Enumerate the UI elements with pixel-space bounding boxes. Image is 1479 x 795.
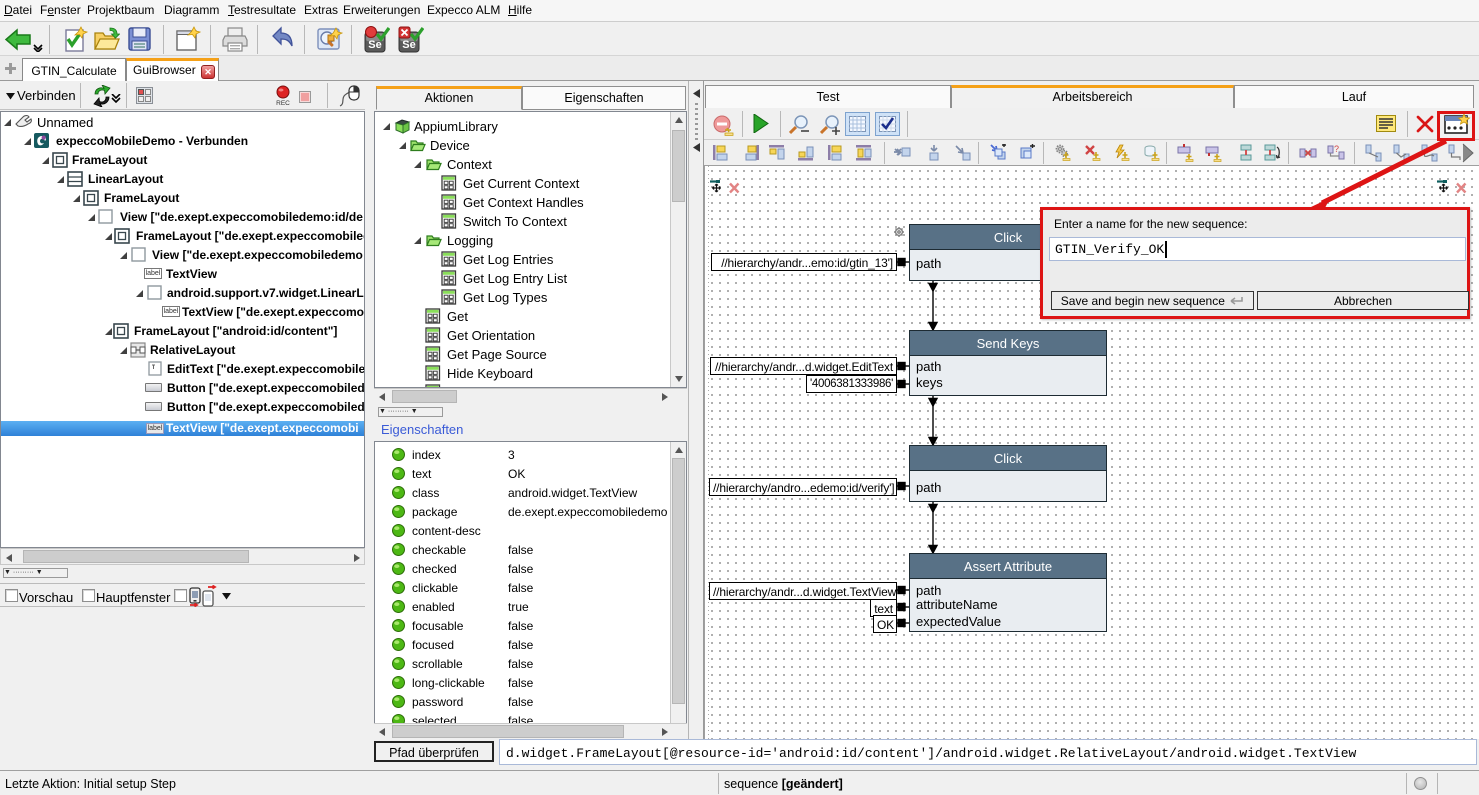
svg-text:Se: Se <box>368 39 381 51</box>
svg-text:REC: REC <box>276 100 290 107</box>
svg-text:Se: Se <box>402 39 415 51</box>
